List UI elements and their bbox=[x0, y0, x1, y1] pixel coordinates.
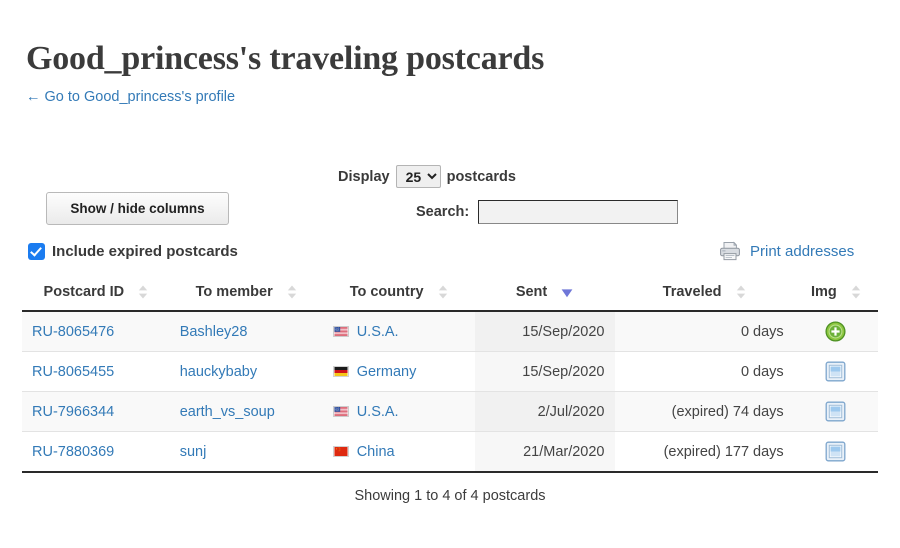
postcard-id-link[interactable]: RU-7880369 bbox=[32, 444, 114, 460]
member-link[interactable]: hauckybaby bbox=[180, 364, 257, 380]
country-link[interactable]: U.S.A. bbox=[357, 324, 399, 340]
search-input[interactable] bbox=[478, 200, 679, 224]
image-icon[interactable] bbox=[825, 401, 846, 422]
cell-to-country: Germany bbox=[322, 351, 475, 392]
column-header-label: To member bbox=[195, 284, 273, 300]
column-header-label: Img bbox=[810, 284, 837, 300]
cell-to-member: sunj bbox=[169, 431, 323, 473]
show-hide-columns-button[interactable]: Show / hide columns bbox=[46, 192, 229, 225]
display-length-select[interactable]: 25 bbox=[395, 165, 441, 188]
table-body: RU-8065476 Bashley28 U.S.A. 15/Sep/2020 … bbox=[22, 311, 878, 473]
cell-traveled: 0 days bbox=[614, 311, 794, 352]
column-header-traveled[interactable]: Traveled bbox=[614, 278, 794, 312]
search-label: Search: bbox=[416, 204, 470, 220]
sort-descending-icon bbox=[561, 289, 573, 298]
cell-to-country: U.S.A. bbox=[322, 391, 475, 432]
postcards-table: Postcard ID To member To country Sent Tr… bbox=[22, 278, 878, 473]
column-header-label: Postcard ID bbox=[43, 284, 125, 300]
flag-germany-icon bbox=[332, 366, 349, 377]
include-expired-checkbox[interactable] bbox=[28, 243, 45, 260]
country-link[interactable]: China bbox=[357, 444, 395, 460]
country-link[interactable]: Germany bbox=[357, 364, 417, 380]
flag-china-icon bbox=[332, 446, 349, 457]
add-image-icon[interactable] bbox=[825, 321, 846, 342]
include-expired-control[interactable]: Include expired postcards bbox=[28, 243, 238, 260]
table-row: RU-8065476 Bashley28 U.S.A. 15/Sep/2020 … bbox=[22, 311, 878, 352]
cell-sent: 15/Sep/2020 bbox=[474, 311, 615, 352]
column-header-sent[interactable]: Sent bbox=[474, 278, 615, 312]
sort-both-icon bbox=[438, 285, 447, 299]
table-row: RU-7880369 sunj China 21/Mar/2020 (expir… bbox=[22, 431, 878, 473]
page-title: Good_princess's traveling postcards bbox=[26, 39, 545, 77]
cell-sent: 15/Sep/2020 bbox=[474, 351, 615, 392]
cell-img bbox=[793, 431, 878, 473]
column-header-label: To country bbox=[349, 284, 424, 300]
display-length-control: Display 25 postcards bbox=[338, 165, 516, 188]
image-icon[interactable] bbox=[825, 441, 846, 462]
table-head: Postcard ID To member To country Sent Tr… bbox=[22, 278, 878, 312]
cell-traveled: (expired) 74 days bbox=[614, 391, 794, 432]
column-header-label: Traveled bbox=[662, 284, 722, 300]
sort-both-icon bbox=[851, 285, 860, 299]
member-link[interactable]: sunj bbox=[180, 444, 207, 460]
cell-img bbox=[793, 351, 878, 392]
cell-to-country: China bbox=[322, 431, 475, 473]
postcards-table-wrapper: Postcard ID To member To country Sent Tr… bbox=[22, 278, 878, 473]
cell-sent: 21/Mar/2020 bbox=[474, 431, 615, 473]
display-suffix-label: postcards bbox=[446, 168, 516, 185]
print-addresses-control[interactable]: Print addresses bbox=[719, 241, 854, 261]
flag-usa-icon bbox=[332, 326, 349, 337]
cell-to-member: Bashley28 bbox=[169, 311, 323, 352]
postcard-id-link[interactable]: RU-8065455 bbox=[32, 364, 114, 380]
cell-to-country: U.S.A. bbox=[322, 311, 475, 352]
cell-to-member: earth_vs_soup bbox=[169, 391, 323, 432]
cell-postcard-id: RU-8065476 bbox=[22, 311, 170, 352]
image-icon[interactable] bbox=[825, 361, 846, 382]
printer-icon bbox=[719, 241, 741, 261]
cell-postcard-id: RU-8065455 bbox=[22, 351, 170, 392]
member-link[interactable]: earth_vs_soup bbox=[180, 404, 275, 420]
flag-usa-icon bbox=[332, 406, 349, 417]
showing-entries-info: Showing 1 to 4 of 4 postcards bbox=[354, 488, 546, 504]
print-addresses-link[interactable]: Print addresses bbox=[750, 243, 854, 260]
cell-postcard-id: RU-7880369 bbox=[22, 431, 170, 473]
cell-sent: 2/Jul/2020 bbox=[474, 391, 615, 432]
table-header-row: Postcard ID To member To country Sent Tr… bbox=[22, 278, 878, 312]
include-expired-label[interactable]: Include expired postcards bbox=[52, 243, 238, 260]
sort-both-icon bbox=[736, 285, 745, 299]
column-header-postcard-id[interactable]: Postcard ID bbox=[22, 278, 170, 312]
sort-both-icon bbox=[138, 285, 148, 299]
cell-traveled: (expired) 177 days bbox=[614, 431, 794, 473]
cell-traveled: 0 days bbox=[614, 351, 794, 392]
table-row: RU-8065455 hauckybaby Germany 15/Sep/202… bbox=[22, 351, 878, 392]
cell-to-member: hauckybaby bbox=[169, 351, 323, 392]
column-header-img[interactable]: Img bbox=[793, 278, 878, 312]
column-header-label: Sent bbox=[515, 284, 548, 300]
postcard-id-link[interactable]: RU-8065476 bbox=[32, 324, 114, 340]
column-header-to-country[interactable]: To country bbox=[322, 278, 475, 312]
cell-img bbox=[793, 311, 878, 352]
go-to-profile-link[interactable]: ← Go to Good_princess's profile bbox=[26, 86, 235, 108]
search-control: Search: bbox=[416, 200, 679, 224]
column-header-to-member[interactable]: To member bbox=[169, 278, 323, 312]
country-link[interactable]: U.S.A. bbox=[357, 404, 399, 420]
postcard-id-link[interactable]: RU-7966344 bbox=[32, 404, 114, 420]
display-prefix-label: Display bbox=[338, 168, 390, 185]
cell-postcard-id: RU-7966344 bbox=[22, 391, 170, 432]
postcards-page: Good_princess's traveling postcards ← Go… bbox=[0, 0, 900, 548]
cell-img bbox=[793, 391, 878, 432]
sort-both-icon bbox=[287, 285, 296, 299]
member-link[interactable]: Bashley28 bbox=[180, 324, 248, 340]
table-row: RU-7966344 earth_vs_soup U.S.A. 2/Jul/20… bbox=[22, 391, 878, 432]
